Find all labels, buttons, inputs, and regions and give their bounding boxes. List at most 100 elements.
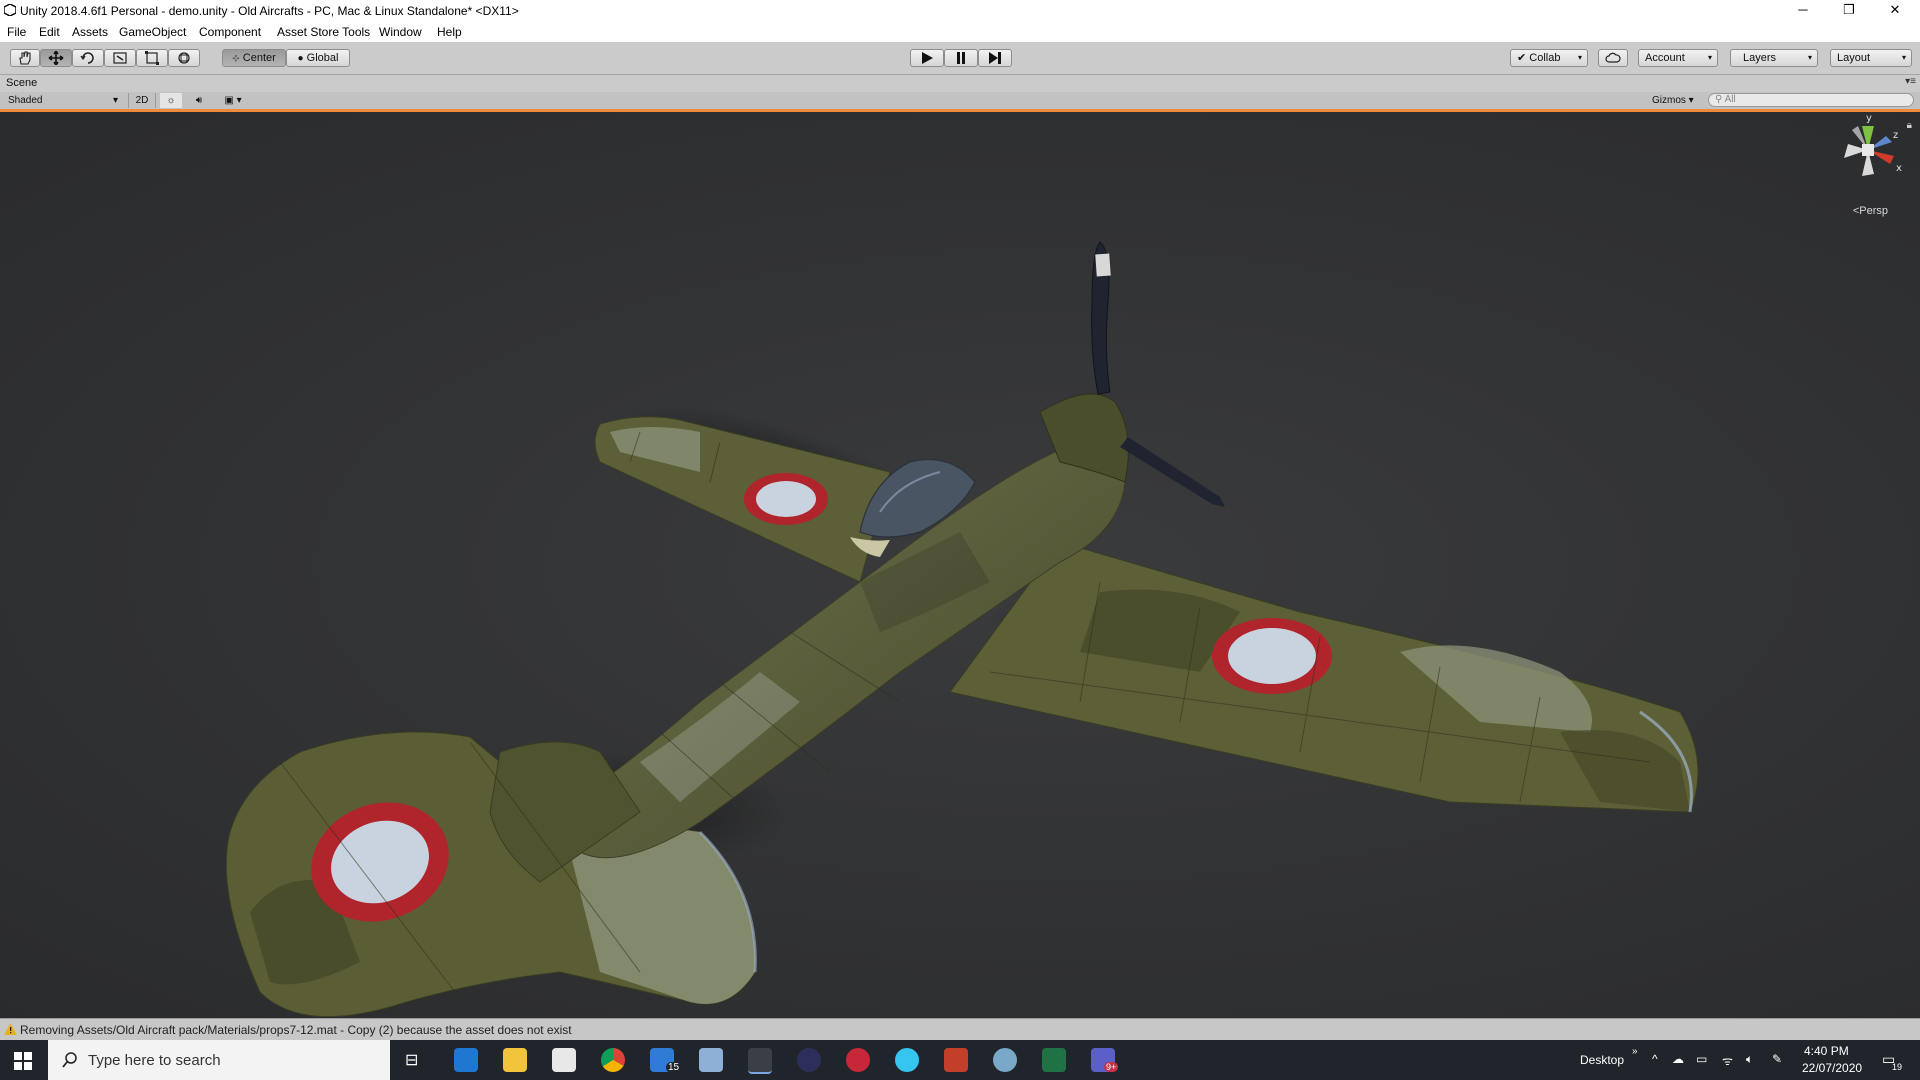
chevron-down-icon: ▾ xyxy=(112,95,118,106)
account-label: Account xyxy=(1645,52,1685,64)
projection-toggle[interactable]: <Persp xyxy=(1853,205,1888,217)
taskbar-search-placeholder: Type here to search xyxy=(88,1052,221,1069)
pause-icon xyxy=(957,52,965,64)
status-message: Removing Assets/Old Aircraft pack/Materi… xyxy=(20,1023,572,1037)
winrar-icon[interactable] xyxy=(944,1048,968,1072)
menu-component[interactable]: Component xyxy=(199,25,261,39)
window-title: Unity 2018.4.6f1 Personal - demo.unity -… xyxy=(20,4,519,18)
excel-icon[interactable] xyxy=(1042,1048,1066,1072)
projection-label: Persp xyxy=(1859,205,1888,217)
menu-edit[interactable]: Edit xyxy=(39,25,60,39)
globe-icon: ● xyxy=(297,53,304,64)
orientation-gizmo[interactable]: y x z xyxy=(1832,114,1904,186)
chevron-right-icon[interactable]: » xyxy=(1632,1046,1638,1057)
scene-lighting-toggle[interactable]: ☼ xyxy=(160,93,182,108)
close-window-button[interactable]: ✕ xyxy=(1872,0,1918,22)
cloud-services-button[interactable] xyxy=(1598,49,1628,67)
play-button[interactable] xyxy=(910,49,944,67)
scene-audio-toggle[interactable]: 🔊︎ xyxy=(188,93,210,108)
cloud-icon xyxy=(1605,52,1621,63)
scene-effects-dropdown[interactable]: ▣ ▾ xyxy=(218,93,248,108)
network-app-icon[interactable] xyxy=(699,1048,723,1072)
scale-icon xyxy=(113,52,127,64)
task-view-icon[interactable]: ⊟ xyxy=(405,1050,418,1070)
restore-button[interactable]: ❐ xyxy=(1826,0,1872,22)
check-circle-icon: ✔ xyxy=(1517,52,1527,64)
teams-badge: 9+ xyxy=(1104,1062,1119,1072)
lock-icon[interactable]: 🔒︎ xyxy=(1907,120,1912,131)
warning-icon xyxy=(4,1023,17,1035)
move-tool-button[interactable] xyxy=(40,49,72,67)
scene-search-placeholder: All xyxy=(1724,94,1736,105)
move-arrows-icon xyxy=(48,51,64,65)
rect-transform-icon xyxy=(145,51,159,65)
step-button[interactable] xyxy=(978,49,1012,67)
cloud-sync-icon[interactable]: ☁ xyxy=(1672,1052,1684,1066)
rotate-icon xyxy=(80,52,94,64)
scene-search-input[interactable]: ⚲ All xyxy=(1708,93,1914,107)
slack-icon[interactable] xyxy=(895,1048,919,1072)
rect-tool-button[interactable] xyxy=(136,49,168,67)
paint-app-icon[interactable] xyxy=(993,1048,1017,1072)
mail-badge: 15 xyxy=(666,1062,682,1073)
search-icon xyxy=(62,1052,77,1068)
unity-logo-icon xyxy=(4,4,16,16)
menu-help[interactable]: Help xyxy=(437,25,462,39)
menu-asset-store-tools[interactable]: Asset Store Tools xyxy=(277,25,370,39)
scene-tab-header: Scene ▾≡ xyxy=(0,75,1920,92)
scale-tool-button[interactable] xyxy=(104,49,136,67)
console-status-bar[interactable]: Removing Assets/Old Aircraft pack/Materi… xyxy=(0,1018,1920,1041)
space-global-toggle[interactable]: ● Global xyxy=(286,49,350,67)
sun-icon: ☼ xyxy=(166,95,176,106)
layout-dropdown[interactable]: Layout xyxy=(1830,49,1912,67)
pivot-center-toggle[interactable]: ⊹ Center xyxy=(222,49,286,67)
desktop-toolbar-label[interactable]: Desktop xyxy=(1580,1053,1624,1067)
taskbar-search-input[interactable]: Type here to search xyxy=(48,1040,390,1080)
aircraft-model[interactable] xyxy=(0,112,1920,1018)
s-app-icon[interactable] xyxy=(846,1048,870,1072)
gizmos-dropdown[interactable]: Gizmos ▾ xyxy=(1652,93,1702,108)
unity-taskbar-icon[interactable] xyxy=(748,1048,772,1074)
collab-label: Collab xyxy=(1529,52,1561,64)
windows-start-icon[interactable] xyxy=(14,1052,32,1070)
collab-dropdown[interactable]: ✔ Collab xyxy=(1510,49,1588,67)
scene-viewport[interactable]: y x z 🔒︎ <Persp xyxy=(0,112,1920,1018)
account-dropdown[interactable]: Account xyxy=(1638,49,1718,67)
cinema-app-icon[interactable] xyxy=(797,1048,821,1072)
play-icon xyxy=(922,52,933,64)
pivot-icon: ⊹ xyxy=(232,53,240,63)
pen-icon[interactable]: ✎ xyxy=(1772,1052,1782,1066)
hand-tool-button[interactable] xyxy=(10,49,40,67)
scene-control-bar: Shaded ▾ 2D ☼ 🔊︎ ▣ ▾ Gizmos ▾ ⚲ All xyxy=(0,92,1920,112)
edge-browser-icon[interactable] xyxy=(454,1048,478,1072)
scene-tab[interactable]: Scene xyxy=(6,77,37,89)
volume-icon[interactable]: 🔈︎ xyxy=(1746,1052,1753,1067)
layers-dropdown[interactable]: Layers xyxy=(1730,49,1818,67)
battery-icon[interactable]: ▭ xyxy=(1696,1052,1707,1066)
minimize-button[interactable]: ─ xyxy=(1780,0,1826,22)
image-icon: ▣ xyxy=(224,95,234,106)
clock-time[interactable]: 4:40 PM xyxy=(1804,1044,1849,1058)
notification-count: 19 xyxy=(1892,1062,1903,1072)
2d-mode-toggle[interactable]: 2D xyxy=(128,93,156,108)
pivot-center-label: Center xyxy=(242,52,276,64)
wifi-icon[interactable]: ᯤ xyxy=(1722,1052,1733,1069)
space-global-label: Global xyxy=(306,52,339,64)
gizmo-y-label: y xyxy=(1866,114,1872,124)
clock-date[interactable]: 22/07/2020 xyxy=(1802,1061,1862,1075)
menu-window[interactable]: Window xyxy=(379,25,422,39)
tab-menu-icon[interactable]: ▾≡ xyxy=(1905,76,1916,87)
file-explorer-icon[interactable] xyxy=(503,1048,527,1072)
speaker-icon: 🔊︎ xyxy=(195,95,203,106)
transform-tool-button[interactable] xyxy=(168,49,200,67)
menu-gameobject[interactable]: GameObject xyxy=(119,25,186,39)
menu-assets[interactable]: Assets xyxy=(72,25,108,39)
chrome-icon[interactable] xyxy=(601,1048,625,1072)
gizmo-x-label: x xyxy=(1896,163,1902,174)
shading-mode-dropdown[interactable]: Shaded ▾ xyxy=(8,93,120,108)
menu-file[interactable]: File xyxy=(7,25,26,39)
pause-button[interactable] xyxy=(944,49,978,67)
store-icon[interactable] xyxy=(552,1048,576,1072)
rotate-tool-button[interactable] xyxy=(72,49,104,67)
chevron-up-icon[interactable]: ^ xyxy=(1652,1052,1658,1066)
